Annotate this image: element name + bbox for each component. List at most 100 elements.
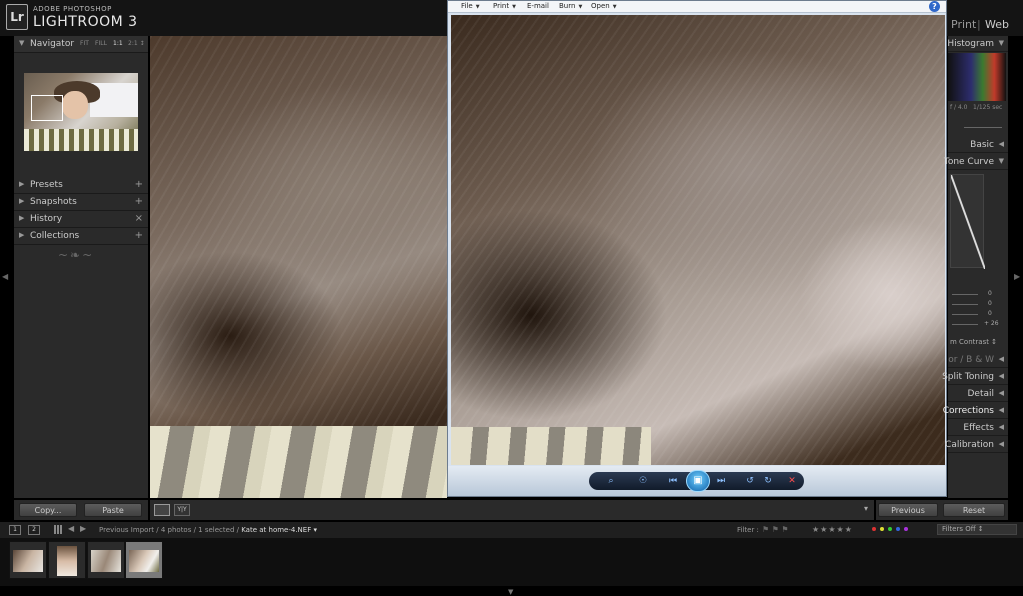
lights-slider[interactable]	[952, 304, 978, 305]
calibration-header[interactable]: Calibration ◀	[945, 437, 1008, 453]
navigator-header[interactable]: ▼ Navigator FIT FILL 1:1 2:1 ↕	[14, 36, 148, 53]
zoom-fill[interactable]: FILL	[95, 40, 107, 47]
secondary-window-button[interactable]: 2	[28, 525, 40, 535]
lens-corrections-header[interactable]: Corrections ◀	[943, 403, 1008, 419]
rating-filter-stars[interactable]: ★★★★★	[812, 525, 853, 534]
zoom-1-1[interactable]: 1:1	[113, 40, 123, 47]
tone-curve-header[interactable]: Tone Curve ▼	[944, 154, 1008, 170]
brand-title: LIGHTROOM 3	[33, 14, 138, 30]
viewer-menu-email[interactable]: E-mail	[527, 2, 549, 10]
next-image-icon[interactable]: ⏭	[714, 474, 728, 488]
highlights-slider[interactable]	[952, 294, 978, 295]
blue-label-icon[interactable]	[896, 527, 900, 531]
effects-header[interactable]: Effects ◀	[948, 420, 1008, 436]
green-label-icon[interactable]	[888, 527, 892, 531]
collapse-triangle-icon[interactable]: ▼	[999, 39, 1004, 47]
left-panel-toggle-icon[interactable]: ◀	[2, 272, 8, 282]
filmstrip-thumbnail[interactable]	[87, 541, 125, 579]
basic-label: Basic	[970, 140, 994, 150]
grid-view-icon[interactable]	[54, 525, 63, 534]
copy-button[interactable]: Copy...	[19, 503, 77, 517]
expand-triangle-icon[interactable]: ▶	[19, 197, 24, 205]
presets-label: Presets	[30, 180, 63, 190]
dropdown-arrow-icon: ▼	[512, 4, 516, 10]
viewer-menu-print[interactable]: Print ▼	[493, 2, 516, 10]
slideshow-icon[interactable]: ▣	[686, 470, 710, 492]
shutter-readout: 1/125 sec	[973, 104, 1003, 111]
previous-button[interactable]: Previous	[878, 503, 938, 517]
expand-triangle-icon[interactable]: ▶	[19, 231, 24, 239]
navigator-zoom-box[interactable]	[31, 95, 63, 121]
histogram-header[interactable]: Histogram ▼	[947, 36, 1008, 52]
hsl-bw-header[interactable]: or / B & W ◀	[948, 352, 1008, 368]
yellow-label-icon[interactable]	[880, 527, 884, 531]
expand-triangle-icon[interactable]: ▶	[19, 180, 24, 188]
navigator-preview[interactable]	[24, 73, 138, 151]
expand-triangle-icon[interactable]: ◀	[999, 440, 1004, 448]
expand-triangle-icon[interactable]: ◀	[999, 372, 1004, 380]
add-collection-icon[interactable]: +	[135, 230, 143, 241]
rotate-cw-icon[interactable]: ↻	[761, 474, 775, 488]
module-print[interactable]: Print	[951, 18, 976, 31]
split-toning-header[interactable]: Split Toning ◀	[942, 369, 1008, 385]
presets-header[interactable]: ▶ Presets +	[14, 177, 148, 194]
expand-triangle-icon[interactable]: ◀	[999, 423, 1004, 431]
tone-curve-graph[interactable]	[950, 174, 985, 269]
filter-label: Filter :	[737, 526, 759, 534]
basic-header[interactable]: Basic ◀	[948, 137, 1008, 153]
highlights-value: 0	[988, 290, 992, 297]
help-icon[interactable]: ?	[929, 1, 940, 12]
paste-button[interactable]: Paste	[84, 503, 142, 517]
expand-triangle-icon[interactable]: ◀	[999, 355, 1004, 363]
filmstrip-thumbnail-selected[interactable]	[125, 541, 163, 579]
color-label-filter[interactable]	[872, 527, 932, 533]
toolbar-content-dropdown-icon[interactable]: ▾	[864, 504, 868, 513]
history-header[interactable]: ▶ History ×	[14, 211, 148, 228]
clear-history-icon[interactable]: ×	[135, 213, 143, 224]
add-preset-icon[interactable]: +	[135, 179, 143, 190]
before-after-view-icon[interactable]: Y|Y	[174, 504, 190, 516]
detail-header[interactable]: Detail ◀	[948, 386, 1008, 402]
expand-triangle-icon[interactable]: ◀	[999, 389, 1004, 397]
flag-filter-icons[interactable]: ⚑ ⚑ ⚑	[762, 525, 789, 534]
expand-triangle-icon[interactable]: ▶	[19, 214, 24, 222]
point-curve-select[interactable]: m Contrast ↕	[950, 338, 997, 346]
loupe-image[interactable]	[150, 36, 447, 498]
delete-icon[interactable]: ✕	[785, 474, 799, 488]
add-snapshot-icon[interactable]: +	[135, 196, 143, 207]
viewer-menu-burn[interactable]: Burn ▼	[559, 2, 582, 10]
darks-slider[interactable]	[952, 314, 978, 315]
module-web[interactable]: Web	[985, 18, 1009, 31]
filmstrip-thumbnail[interactable]	[9, 541, 47, 579]
loupe-view-icon[interactable]	[154, 504, 170, 516]
rotate-ccw-icon[interactable]: ↺	[743, 474, 757, 488]
filmstrip-source-path[interactable]: Previous Import / 4 photos / 1 selected …	[99, 526, 317, 534]
back-arrow-icon[interactable]: ◀	[68, 524, 74, 533]
expand-triangle-icon[interactable]: ◀	[999, 140, 1004, 148]
reset-button[interactable]: Reset	[943, 503, 1005, 517]
zoom-fit[interactable]: FIT	[80, 40, 89, 47]
collapse-triangle-icon[interactable]: ▼	[19, 39, 24, 47]
viewer-menu-open[interactable]: Open ▼	[591, 2, 617, 10]
zoom-icon[interactable]: ⌕	[604, 474, 618, 488]
previous-image-icon[interactable]: ⏮	[666, 474, 680, 488]
shadows-slider[interactable]	[952, 324, 978, 325]
collections-header[interactable]: ▶ Collections +	[14, 228, 148, 245]
purple-label-icon[interactable]	[904, 527, 908, 531]
filmstrip-toggle-icon[interactable]: ▼	[508, 588, 513, 596]
forward-arrow-icon[interactable]: ▶	[80, 524, 86, 533]
collapse-triangle-icon[interactable]: ▼	[999, 157, 1004, 165]
main-window-button[interactable]: 1	[9, 525, 21, 535]
filmstrip	[0, 538, 1023, 586]
expand-triangle-icon[interactable]: ◀	[999, 406, 1004, 414]
snapshots-header[interactable]: ▶ Snapshots +	[14, 194, 148, 211]
zoom-2-1[interactable]: 2:1 ↕	[128, 40, 145, 47]
viewer-menu-file[interactable]: File ▼	[461, 2, 480, 10]
actual-size-icon[interactable]: ☉	[636, 474, 650, 488]
red-label-icon[interactable]	[872, 527, 876, 531]
viewer-image[interactable]	[451, 15, 945, 465]
filter-preset-select[interactable]: Filters Off ↕	[937, 524, 1017, 535]
right-panel-toggle-icon[interactable]: ▶	[1014, 272, 1020, 282]
filmstrip-thumbnail[interactable]	[48, 541, 86, 579]
tool-strip-slider[interactable]	[964, 127, 1002, 128]
